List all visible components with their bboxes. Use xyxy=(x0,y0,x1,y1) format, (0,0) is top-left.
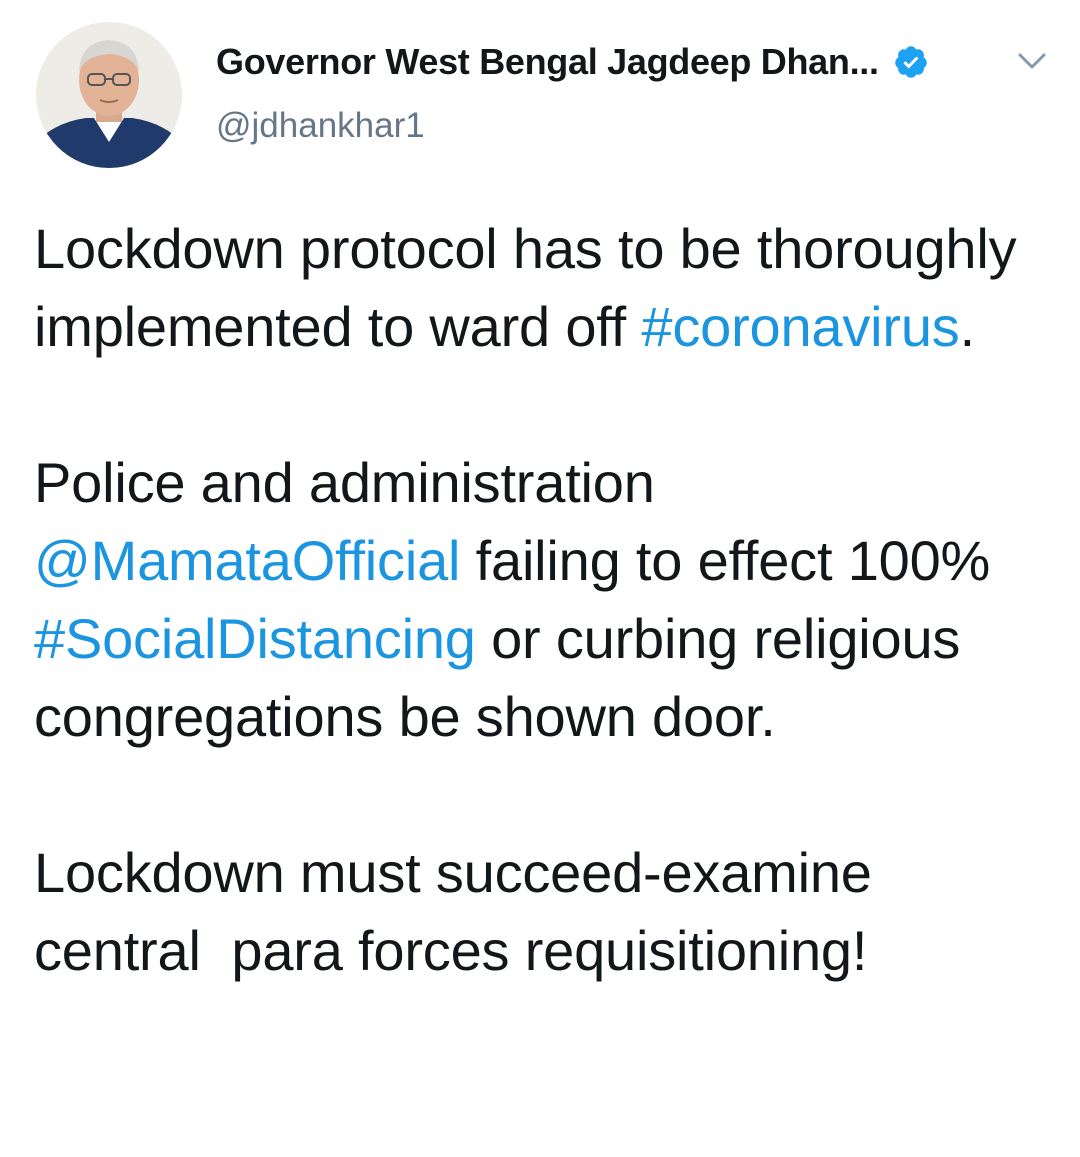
tweet-paragraph: Lockdown protocol has to be thoroughly i… xyxy=(34,210,1044,366)
chevron-down-icon[interactable] xyxy=(1016,48,1048,74)
hashtag-link-socialdistancing[interactable]: #SocialDistancing xyxy=(34,607,476,670)
tweet-paragraph: Police and administration @MamataOfficia… xyxy=(34,444,1044,756)
author-handle[interactable]: @jdhankhar1 xyxy=(216,106,425,146)
tweet-paragraph: Lockdown must succeed-examine central pa… xyxy=(34,834,1044,990)
profile-photo xyxy=(36,22,182,168)
text-segment: . xyxy=(959,295,976,358)
author-display-name[interactable]: Governor West Bengal Jagdeep Dhan... xyxy=(216,41,879,83)
tweet-text: Lockdown protocol has to be thoroughly i… xyxy=(34,210,1044,990)
mention-link-mamataofficial[interactable]: @MamataOfficial xyxy=(34,529,460,592)
text-segment: Police and administration xyxy=(34,451,671,514)
text-segment: Lockdown must succeed-examine central pa… xyxy=(34,841,888,982)
author-name-row[interactable]: Governor West Bengal Jagdeep Dhan... xyxy=(216,38,929,86)
text-segment: failing to effect 100% xyxy=(460,529,1006,592)
avatar[interactable] xyxy=(36,22,182,168)
verified-badge-icon xyxy=(893,44,929,80)
hashtag-link-coronavirus[interactable]: #coronavirus xyxy=(641,295,959,358)
tweet[interactable]: Governor West Bengal Jagdeep Dhan... @jd… xyxy=(0,0,1080,1157)
